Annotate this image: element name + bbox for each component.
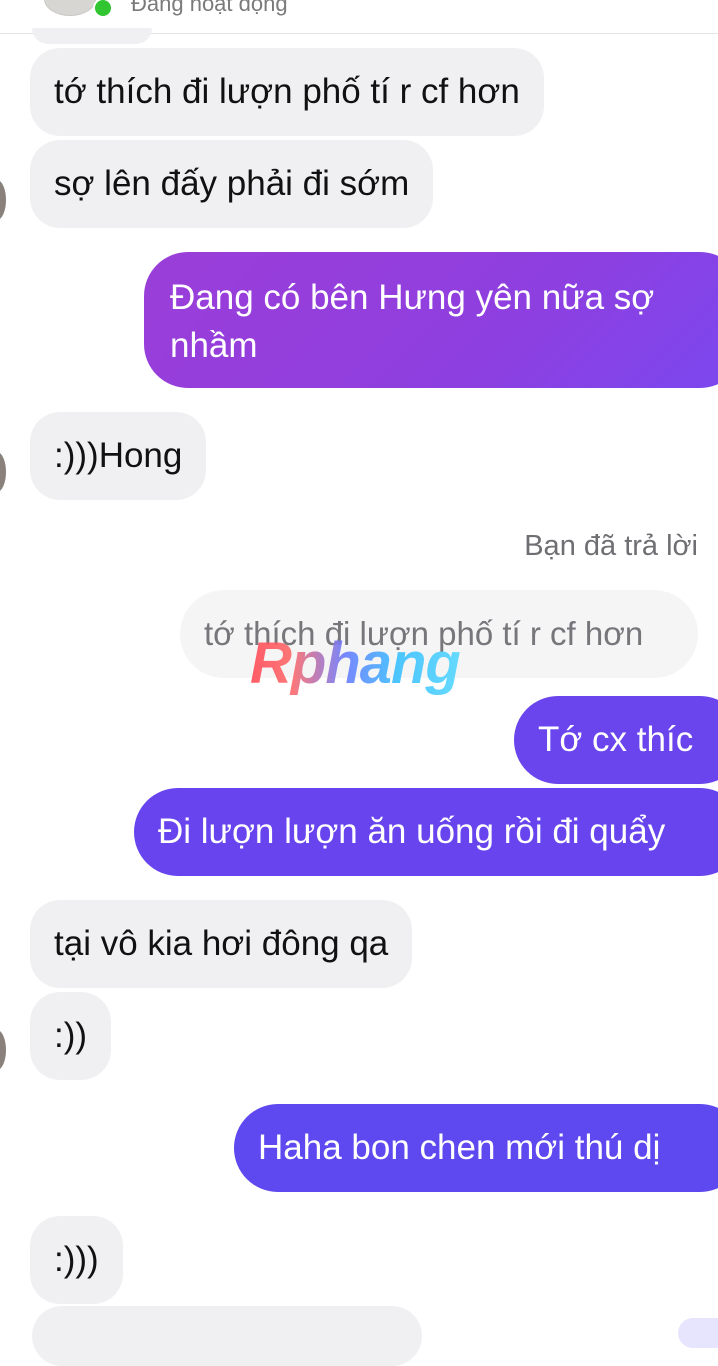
message-bubble-partial	[678, 1318, 718, 1348]
contact-avatar[interactable]	[44, 0, 96, 16]
incoming-message[interactable]: :)))Hong	[30, 412, 207, 500]
message-text: tớ thích đi lượn phố tí r cf hơn	[54, 72, 520, 111]
message-text: Haha bon chen mới thú dị	[258, 1128, 661, 1167]
activity-status: Đang hoạt động	[131, 0, 288, 16]
incoming-message[interactable]: sợ lên đấy phải đi sớm	[30, 140, 434, 228]
message-text: Tớ cx thíc	[538, 720, 694, 759]
message-text: :)))Hong	[54, 436, 183, 475]
reply-label: Bạn đã trả lời	[524, 530, 698, 562]
watermark-logo: Rphang	[250, 631, 461, 696]
message-text: sợ lên đấy phải đi sớm	[54, 164, 410, 203]
message-text: :)))	[54, 1240, 99, 1279]
message-text-line-1: Đang có bên Hưng yên nữa sợ	[170, 278, 655, 317]
message-text: tại vô kia hơi đông qa	[54, 924, 389, 963]
online-status-dot	[93, 0, 113, 18]
incoming-message[interactable]: tại vô kia hơi đông qa	[30, 900, 413, 988]
contact-avatar-small[interactable]	[0, 1030, 6, 1070]
outgoing-message[interactable]: Đang có bên Hưng yên nữa sợ nhầm	[144, 252, 718, 388]
incoming-message[interactable]: :)))	[30, 1216, 123, 1304]
incoming-message[interactable]: :))	[30, 992, 112, 1080]
outgoing-message[interactable]: Haha bon chen mới thú dị	[234, 1104, 718, 1192]
incoming-message[interactable]: tớ thích đi lượn phố tí r cf hơn	[30, 48, 544, 136]
contact-avatar-small[interactable]	[0, 180, 6, 220]
message-bubble-partial	[32, 1306, 422, 1366]
outgoing-message[interactable]: Đi lượn lượn ăn uống rồi đi quẩy	[134, 788, 718, 876]
message-bubble-partial	[32, 28, 152, 44]
contact-avatar-small[interactable]	[0, 452, 6, 492]
message-text-line-2: nhầm	[170, 326, 258, 365]
outgoing-message[interactable]: Tớ cx thíc	[514, 696, 718, 784]
message-text: :))	[54, 1016, 88, 1055]
message-text: Đi lượn lượn ăn uống rồi đi quẩy	[158, 812, 666, 851]
